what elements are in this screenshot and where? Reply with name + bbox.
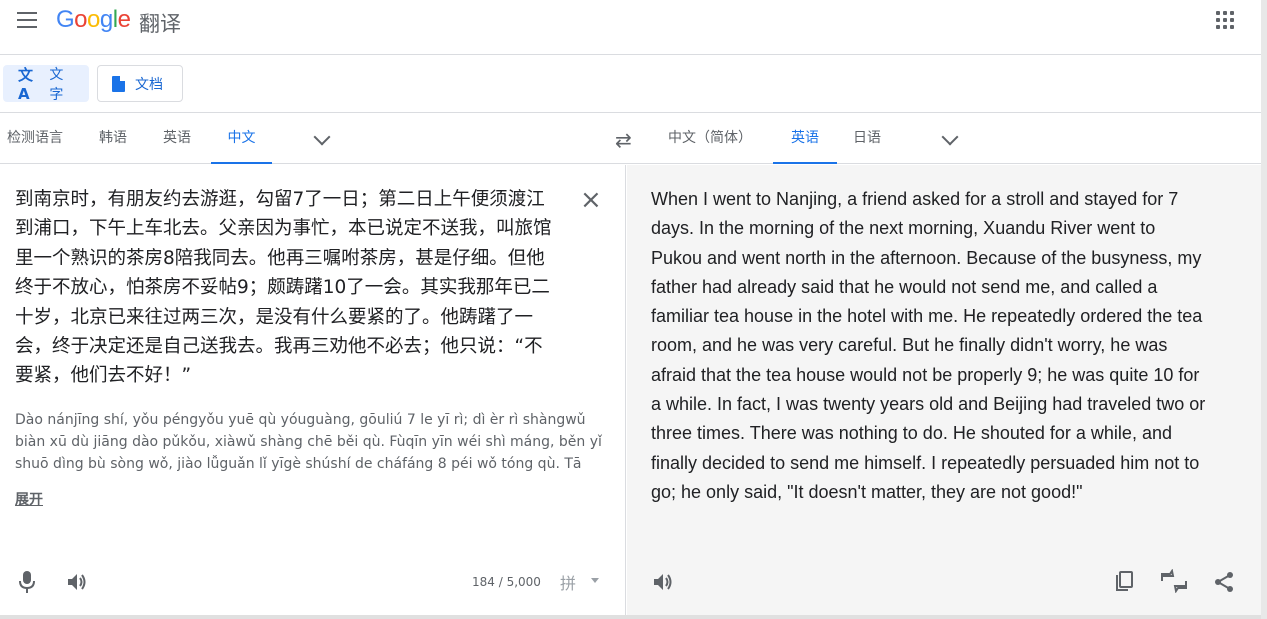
swap-icon[interactable]: ⇄	[615, 128, 632, 152]
character-counter: 184 / 5,000	[472, 575, 541, 589]
transliteration: Dào nánjīng shí, yǒu péngyǒu yuē qù yóug…	[15, 412, 602, 472]
speaker-icon[interactable]	[66, 571, 88, 593]
feedback-icon[interactable]	[1160, 569, 1188, 593]
document-icon	[112, 75, 125, 92]
target-lang-japanese[interactable]: 日语	[853, 114, 881, 164]
translation-output: When I went to Nanjing, a friend asked f…	[651, 189, 1206, 502]
google-logo[interactable]: Google	[56, 6, 131, 34]
text-mode-label: 文字	[49, 66, 64, 103]
copy-icon[interactable]	[1114, 571, 1134, 593]
source-textarea[interactable]: 到南京时，有朋友约去游逛，勾留7了一日；第二日上午便须渡江到浦口，下午上车北去。…	[15, 185, 560, 391]
text-mode-button[interactable]: 文A 文字	[3, 65, 89, 103]
page-scrollbar[interactable]	[1261, 0, 1267, 619]
source-panel: 到南京时，有朋友约去游逛，勾留7了一日；第二日上午便须渡江到浦口，下午上车北去。…	[0, 165, 626, 615]
target-lang-chinese-simplified[interactable]: 中文（简体）	[668, 114, 752, 164]
header: Google 翻译	[0, 0, 1261, 55]
language-bar: 检测语言 韩语 英语 中文 ⇄ 中文（简体） 英语 日语	[0, 114, 1261, 164]
share-icon[interactable]	[1214, 571, 1234, 593]
chevron-down-icon[interactable]	[313, 128, 331, 146]
close-icon[interactable]: ×	[580, 187, 602, 213]
target-panel: When I went to Nanjing, a friend asked f…	[627, 165, 1261, 615]
caret-down-icon[interactable]	[591, 578, 599, 583]
source-lang-english[interactable]: 英语	[163, 114, 191, 164]
chevron-down-icon[interactable]	[941, 128, 959, 146]
apps-icon[interactable]	[1216, 11, 1235, 30]
bottom-divider	[0, 615, 1261, 619]
expand-link[interactable]: 展开	[15, 489, 43, 509]
source-lang-detect[interactable]: 检测语言	[7, 114, 63, 164]
input-method-button[interactable]: 拼	[560, 570, 576, 594]
source-lang-korean[interactable]: 韩语	[99, 114, 127, 164]
product-name: 翻译	[139, 12, 181, 36]
mode-bar: 文A 文字 文档	[0, 55, 1261, 113]
microphone-icon[interactable]	[18, 570, 36, 594]
document-mode-label: 文档	[135, 76, 163, 93]
document-mode-button[interactable]: 文档	[97, 65, 183, 102]
translate-icon: 文A	[18, 66, 34, 103]
speaker-icon[interactable]	[652, 571, 674, 593]
target-lang-english[interactable]: 英语	[773, 114, 837, 164]
source-lang-chinese[interactable]: 中文	[211, 114, 272, 164]
menu-icon[interactable]	[17, 12, 39, 30]
